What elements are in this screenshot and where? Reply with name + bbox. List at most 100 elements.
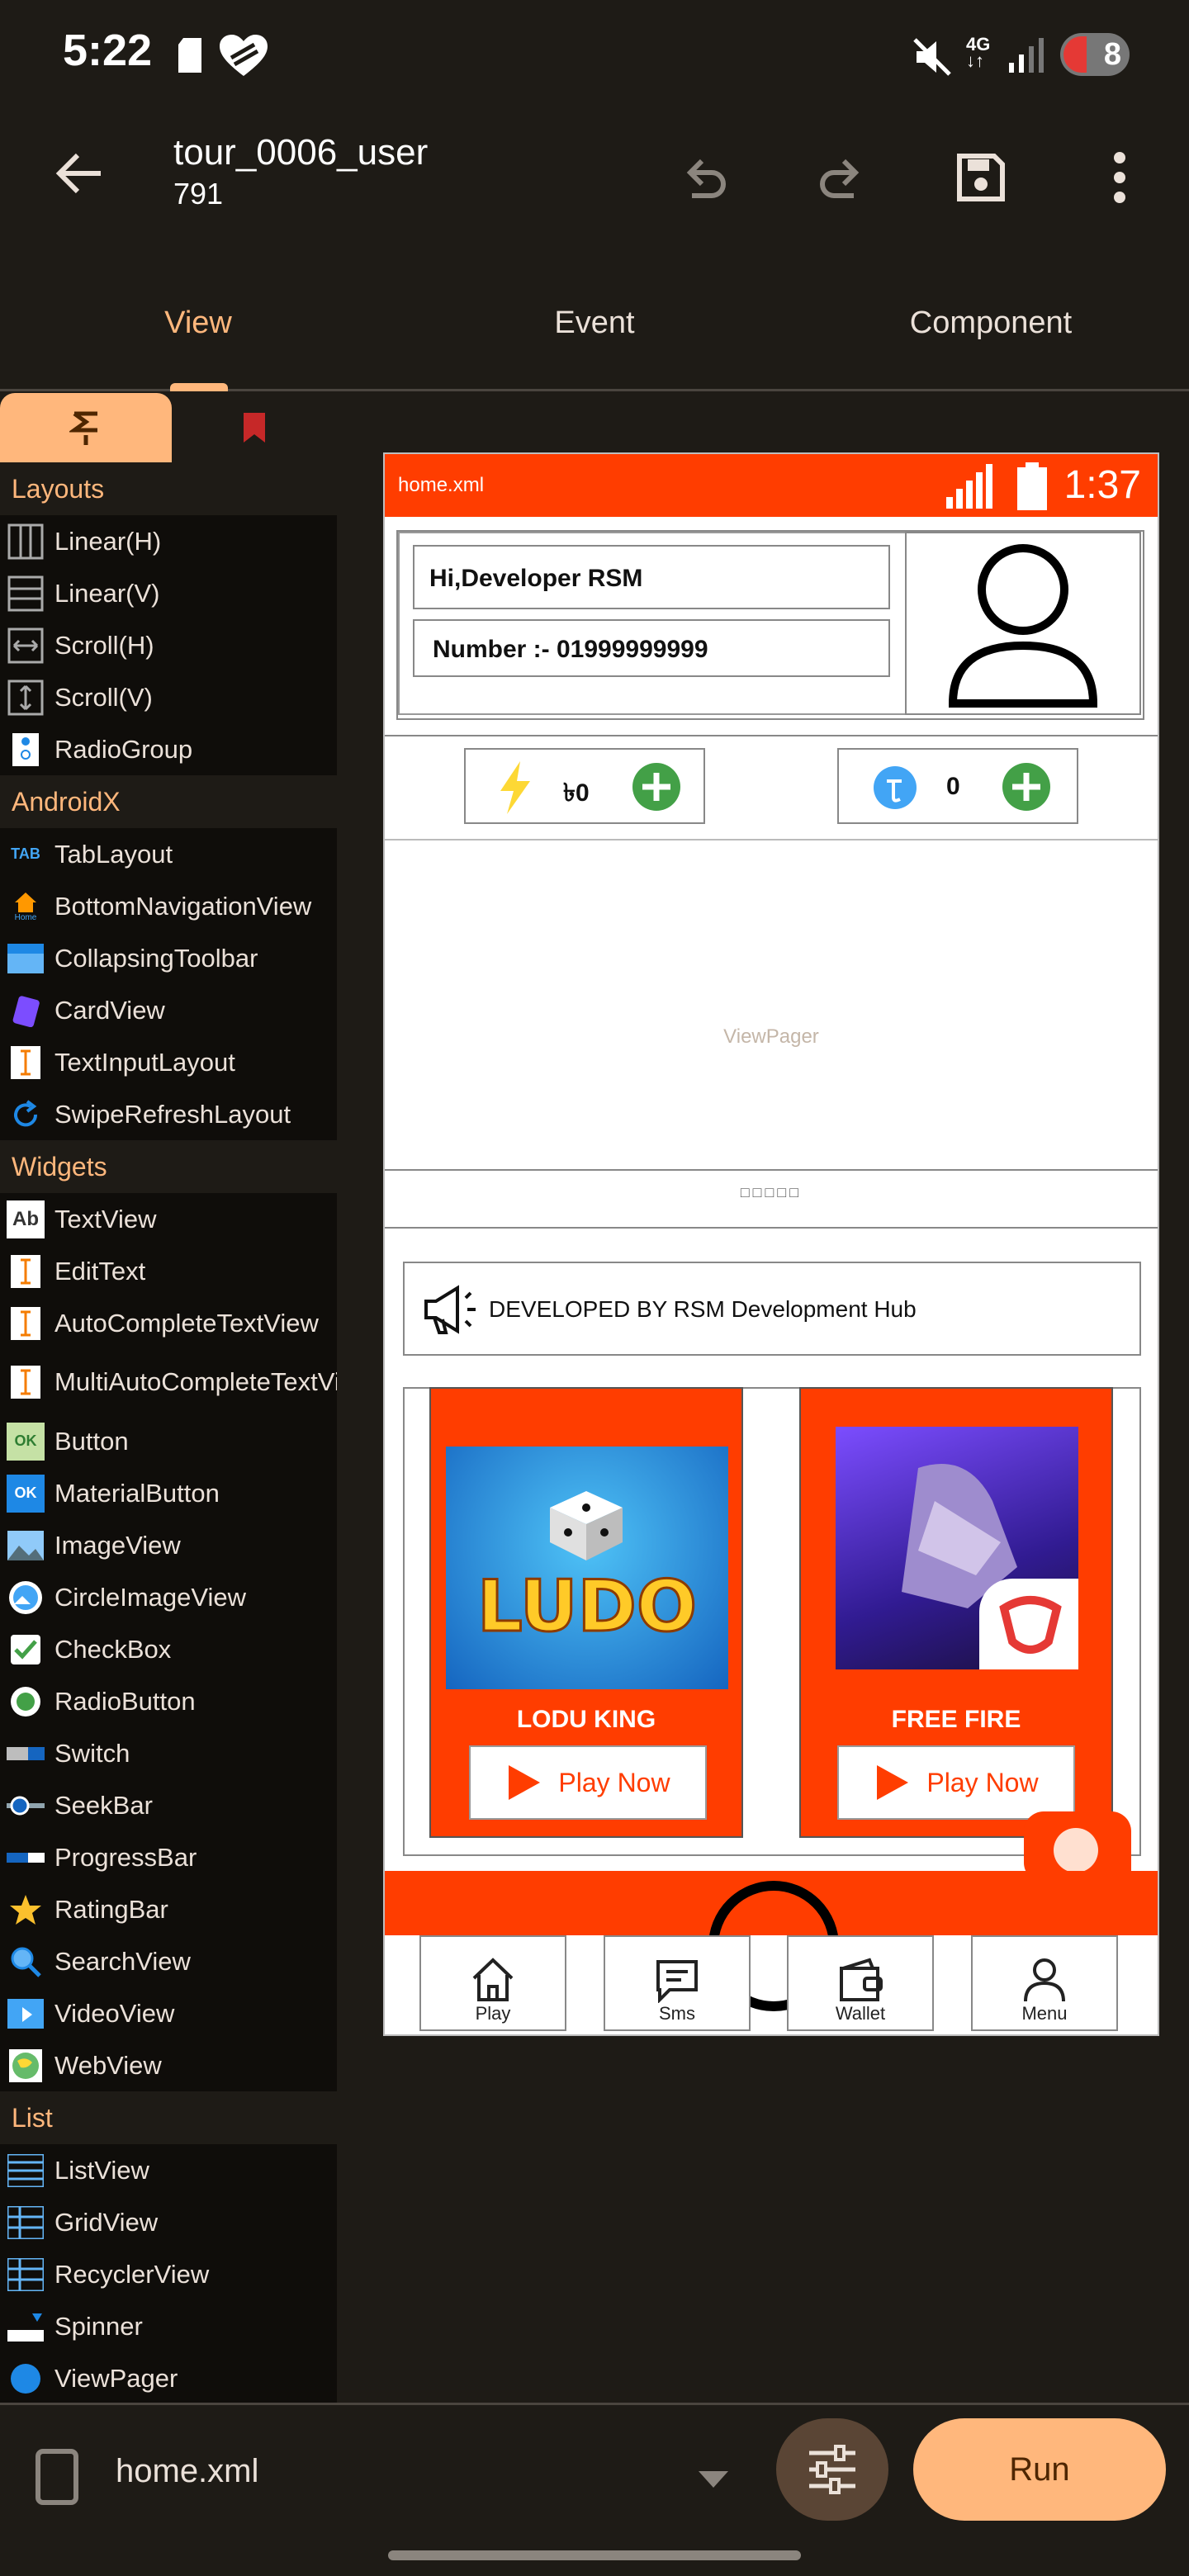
project-title: tour_0006_user <box>173 132 429 173</box>
linear-v-icon <box>7 575 45 613</box>
tab-view[interactable]: View <box>0 305 396 341</box>
redo-button[interactable] <box>809 144 875 211</box>
palette-item-linear-v[interactable]: Linear(V) <box>0 567 337 619</box>
bottom-nav-sms[interactable]: Sms <box>604 1935 751 2031</box>
settings-tune-button[interactable] <box>776 2418 888 2521</box>
refresh-icon <box>7 1096 45 1134</box>
home-indicator[interactable] <box>388 2550 801 2560</box>
person-icon <box>1024 1958 1065 2002</box>
palette-item-linear-h[interactable]: Linear(H) <box>0 515 337 567</box>
palette-item-spinner[interactable]: Spinner <box>0 2300 337 2352</box>
app-bar: tour_0006_user 791 <box>0 107 1189 239</box>
bottom-nav-wallet[interactable]: Wallet <box>787 1935 934 2031</box>
palette-item-autocomplete[interactable]: AutoCompleteTextView <box>0 1297 337 1349</box>
palette-item-circleimageview[interactable]: CircleImageView <box>0 1571 337 1623</box>
layout-preview[interactable]: home.xml 1:37 Hi,Developer RSM Number :-… <box>383 452 1159 2036</box>
palette-item-recyclerview[interactable]: RecyclerView <box>0 2248 337 2300</box>
palette-item-button[interactable]: OK Button <box>0 1415 337 1467</box>
sim-icon <box>178 38 201 73</box>
palette-item-imageview[interactable]: ImageView <box>0 1519 337 1571</box>
palette-item-progressbar[interactable]: ProgressBar <box>0 1831 337 1883</box>
listview-icon <box>7 2152 45 2190</box>
palette-item-radiobutton[interactable]: RadioButton <box>0 1675 337 1727</box>
run-button[interactable]: Run <box>913 2418 1166 2521</box>
palette-item-textview[interactable]: Ab TextView <box>0 1193 337 1245</box>
bottom-nav-menu[interactable]: Menu <box>971 1935 1118 2031</box>
palette-item-checkbox[interactable]: CheckBox <box>0 1623 337 1675</box>
garena-badge <box>979 1579 1078 1669</box>
bottom-nav-play[interactable]: Play <box>419 1935 566 2031</box>
game-title-freefire: FREE FIRE <box>891 1706 1021 1733</box>
balance-chip-1[interactable]: ৳0 <box>464 748 705 824</box>
viewpager[interactable] <box>385 839 1158 1171</box>
save-button[interactable] <box>948 144 1014 211</box>
wallet-icon <box>840 1958 883 2001</box>
undo-button[interactable] <box>670 144 737 211</box>
preview-file-name: home.xml <box>398 474 485 496</box>
palette-item-collapsingtoolbar[interactable]: CollapsingToolbar <box>0 932 337 984</box>
switch-icon <box>7 1735 45 1773</box>
progressbar-icon <box>7 1839 45 1877</box>
add-circle-icon[interactable] <box>1001 761 1052 812</box>
spinner-icon <box>7 2308 45 2346</box>
palette-item-cardview[interactable]: CardView <box>0 984 337 1036</box>
number-field[interactable]: Number :- 01999999999 <box>413 619 890 677</box>
battery-level: 8 <box>1103 36 1121 72</box>
palette-item-ratingbar[interactable]: RatingBar <box>0 1883 337 1935</box>
section-androidx: AndroidX <box>0 775 337 828</box>
arrow-back-icon <box>55 153 101 194</box>
edittext-icon <box>7 1252 45 1290</box>
play-now-button-ludo[interactable]: Play Now <box>469 1745 707 1820</box>
notice-bar[interactable]: DEVELOPED BY RSM Development Hub <box>403 1262 1141 1356</box>
palette-item-swiperefresh[interactable]: SwipeRefreshLayout <box>0 1088 337 1140</box>
dropdown-arrow-icon[interactable] <box>699 2471 728 2489</box>
palette-item-scroll-h[interactable]: Scroll(H) <box>0 619 337 671</box>
back-button[interactable] <box>46 140 112 206</box>
greeting-field[interactable]: Hi,Developer RSM <box>413 545 890 609</box>
palette-tab-bookmarks[interactable] <box>172 393 337 462</box>
palette-item-textinputlayout[interactable]: TextInputLayout <box>0 1036 337 1088</box>
autocomplete-icon <box>7 1305 45 1342</box>
fab-circle <box>1054 1828 1098 1873</box>
play-now-button-freefire[interactable]: Play Now <box>837 1745 1075 1820</box>
current-file-name[interactable]: home.xml <box>116 2453 258 2490</box>
palette-item-switch[interactable]: Switch <box>0 1727 337 1779</box>
tab-component[interactable]: Component <box>793 305 1189 341</box>
widget-palette[interactable]: Layouts Linear(H) Linear(V) Scroll(H) Sc… <box>0 393 337 2403</box>
palette-item-materialbutton[interactable]: OK MaterialButton <box>0 1467 337 1519</box>
multiautocomplete-icon <box>7 1363 45 1401</box>
palette-item-bottomnav[interactable]: Home BottomNavigationView <box>0 880 337 932</box>
palette-tabs <box>0 393 337 462</box>
project-subtitle: 791 <box>173 177 224 211</box>
tab-event[interactable]: Event <box>396 305 793 341</box>
palette-item-gridview[interactable]: GridView <box>0 2196 337 2248</box>
more-options-button[interactable] <box>1087 144 1153 211</box>
palette-item-radiogroup[interactable]: RadioGroup <box>0 723 337 775</box>
palette-item-tablayout[interactable]: TAB TabLayout <box>0 828 337 880</box>
avatar-box[interactable] <box>905 532 1141 715</box>
phone-device-icon[interactable] <box>35 2448 81 2506</box>
preview-status-bar: home.xml 1:37 <box>385 454 1158 517</box>
button-icon: OK <box>7 1422 45 1461</box>
signal-icon <box>1009 38 1044 73</box>
page-indicator-dots: □□□□□ <box>740 1184 803 1200</box>
widgets-tab-icon <box>69 411 97 445</box>
palette-item-multiautocomplete[interactable]: MultiAutoCompleteTextView <box>0 1349 337 1415</box>
avatar-person-icon <box>948 544 1098 708</box>
palette-item-videoview[interactable]: VideoView <box>0 1987 337 2039</box>
game-card-freefire[interactable]: FREE FIRE Play Now <box>799 1387 1113 1838</box>
search-icon <box>7 1943 45 1981</box>
palette-item-edittext[interactable]: EditText <box>0 1245 337 1297</box>
add-circle-icon[interactable] <box>631 761 682 812</box>
palette-item-listview[interactable]: ListView <box>0 2144 337 2196</box>
palette-item-viewpager[interactable]: ViewPager <box>0 2352 337 2403</box>
game-card-ludo[interactable]: LUDO LODU KING Play Now <box>429 1387 743 1838</box>
palette-tab-widgets[interactable] <box>0 393 172 462</box>
notice-text: DEVELOPED BY RSM Development Hub <box>489 1296 917 1322</box>
palette-item-scroll-v[interactable]: Scroll(V) <box>0 671 337 723</box>
mute-icon <box>913 38 951 76</box>
palette-item-webview[interactable]: WebView <box>0 2039 337 2091</box>
palette-item-searchview[interactable]: SearchView <box>0 1935 337 1987</box>
balance-chip-2[interactable]: 0 <box>837 748 1078 824</box>
palette-item-seekbar[interactable]: SeekBar <box>0 1779 337 1831</box>
